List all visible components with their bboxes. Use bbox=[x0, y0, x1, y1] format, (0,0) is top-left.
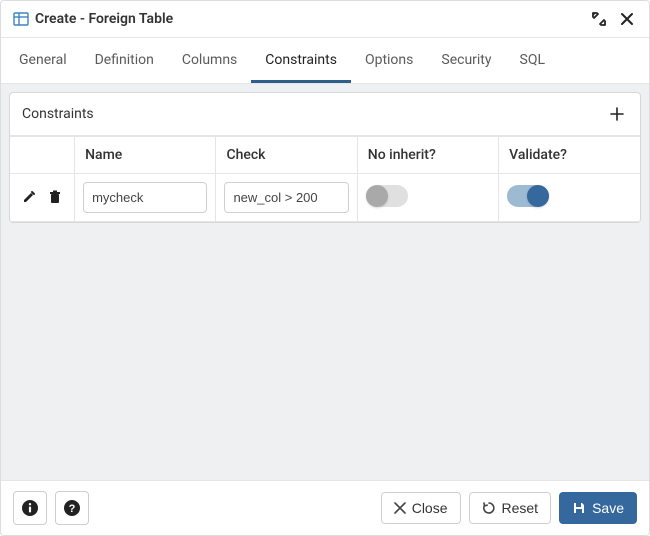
no-inherit-toggle[interactable] bbox=[366, 185, 408, 207]
close-button-label: Close bbox=[412, 500, 448, 516]
tab-columns[interactable]: Columns bbox=[168, 38, 251, 83]
constraint-check-input[interactable] bbox=[224, 182, 348, 213]
col-header-name: Name bbox=[75, 137, 216, 174]
save-icon bbox=[572, 501, 586, 515]
edit-row-button[interactable] bbox=[20, 188, 38, 206]
tab-definition[interactable]: Definition bbox=[81, 38, 168, 83]
tab-constraints[interactable]: Constraints bbox=[251, 38, 351, 83]
foreign-table-icon bbox=[13, 11, 29, 27]
tab-security[interactable]: Security bbox=[427, 38, 505, 83]
info-button[interactable] bbox=[13, 491, 47, 525]
pencil-icon bbox=[22, 190, 36, 204]
constraint-name-input[interactable] bbox=[83, 182, 207, 213]
info-icon bbox=[21, 499, 39, 517]
panel-header: Constraints bbox=[10, 93, 640, 136]
maximize-button[interactable] bbox=[589, 9, 609, 29]
panel-title: Constraints bbox=[22, 106, 94, 122]
titlebar: Create - Foreign Table bbox=[1, 1, 649, 38]
dialog-create-foreign-table: Create - Foreign Table General Definitio… bbox=[0, 0, 650, 536]
tabs: General Definition Columns Constraints O… bbox=[1, 38, 649, 84]
col-header-actions bbox=[10, 137, 75, 174]
save-button[interactable]: Save bbox=[559, 492, 637, 524]
tab-general[interactable]: General bbox=[5, 38, 81, 83]
col-header-validate: Validate? bbox=[499, 137, 640, 174]
add-constraint-button[interactable] bbox=[606, 103, 628, 125]
tab-sql[interactable]: SQL bbox=[506, 38, 559, 83]
tab-options[interactable]: Options bbox=[351, 38, 427, 83]
dialog-title: Create - Foreign Table bbox=[35, 11, 173, 27]
content-pane: Constraints Name Check No inherit? Valid… bbox=[1, 84, 649, 480]
col-header-check: Check bbox=[216, 137, 357, 174]
reset-button-label: Reset bbox=[502, 500, 539, 516]
trash-icon bbox=[48, 190, 62, 204]
save-button-label: Save bbox=[592, 500, 624, 516]
close-button[interactable]: Close bbox=[381, 492, 461, 524]
plus-icon bbox=[609, 106, 625, 122]
svg-text:?: ? bbox=[69, 503, 76, 515]
question-icon: ? bbox=[63, 499, 81, 517]
footer: ? Close Reset Save bbox=[1, 480, 649, 535]
reset-button[interactable]: Reset bbox=[469, 492, 552, 524]
col-header-noinherit: No inherit? bbox=[357, 137, 498, 174]
reset-icon bbox=[482, 501, 496, 515]
validate-toggle[interactable] bbox=[507, 185, 549, 207]
constraints-panel: Constraints Name Check No inherit? Valid… bbox=[9, 92, 641, 223]
close-icon bbox=[394, 502, 406, 514]
table-row bbox=[10, 174, 640, 222]
delete-row-button[interactable] bbox=[46, 188, 64, 206]
help-button[interactable]: ? bbox=[55, 491, 89, 525]
close-dialog-button[interactable] bbox=[617, 9, 637, 29]
constraints-grid: Name Check No inherit? Validate? bbox=[10, 136, 640, 222]
